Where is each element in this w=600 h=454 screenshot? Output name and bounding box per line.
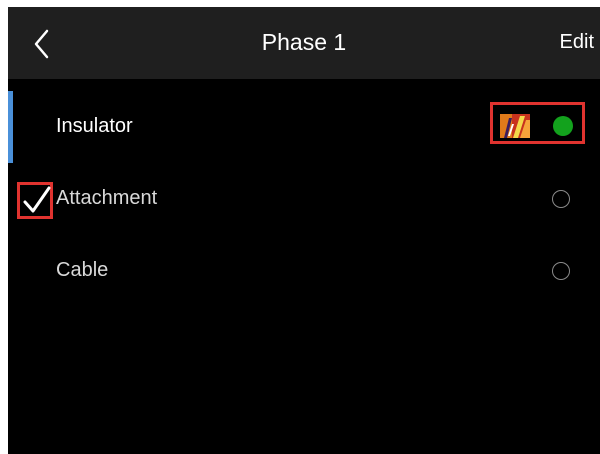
list-item-cable[interactable]: Cable [8, 235, 600, 307]
list-item-label: Attachment [56, 187, 158, 209]
list-item-label: Insulator [56, 115, 133, 137]
list-item-insulator[interactable]: Insulator [8, 91, 600, 163]
thermal-image-thumbnail-icon[interactable] [500, 114, 530, 138]
status-dot-complete[interactable] [553, 116, 573, 136]
page-title: Phase 1 [261, 29, 347, 55]
status-radio-empty[interactable] [552, 190, 570, 208]
app-screen: Phase 1 Edit Insulator Attachment Cable [8, 7, 600, 454]
edit-button[interactable]: Edit [560, 31, 594, 54]
top-bar: Phase 1 Edit [8, 7, 600, 79]
list-item-label: Cable [56, 259, 109, 281]
selection-indicator [8, 91, 13, 163]
list-item-attachment[interactable]: Attachment [8, 163, 600, 235]
status-radio-empty[interactable] [552, 262, 570, 280]
checkmark-icon [23, 186, 51, 213]
